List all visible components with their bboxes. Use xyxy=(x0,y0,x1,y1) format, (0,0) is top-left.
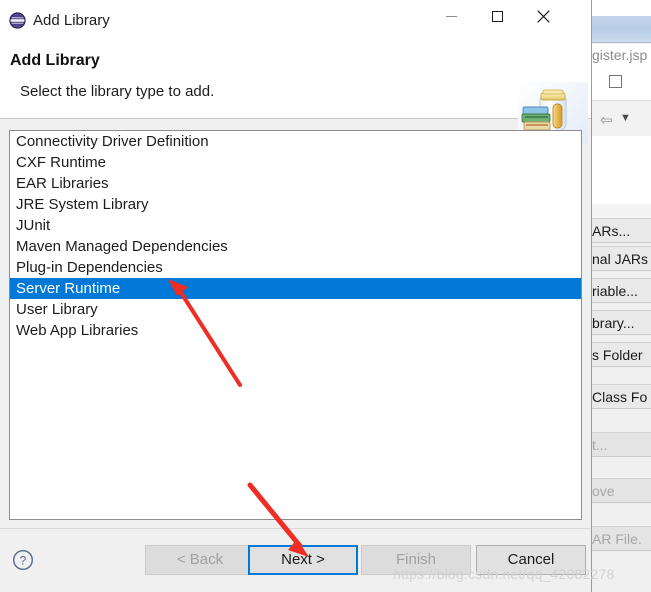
background-editor-tabstrip[interactable] xyxy=(592,16,651,43)
background-checkbox[interactable] xyxy=(609,75,622,88)
background-button-add-external-jars[interactable]: nal JARs xyxy=(592,246,651,271)
background-button-edit[interactable]: t... xyxy=(592,432,651,457)
list-item[interactable]: Maven Managed Dependencies xyxy=(10,236,581,257)
list-item[interactable]: Plug-in Dependencies xyxy=(10,257,581,278)
help-button[interactable]: ? xyxy=(12,549,34,571)
background-button-add-variable[interactable]: riable... xyxy=(592,278,651,303)
close-button[interactable] xyxy=(520,0,566,32)
add-library-dialog: Add Library Add Library Select the libra… xyxy=(0,0,614,592)
chevron-down-icon[interactable]: ▼ xyxy=(620,113,631,124)
finish-button[interactable]: Finish xyxy=(361,545,471,575)
background-eclipse-window: gister.jsp ⇦ ▼ ARs... nal JARs riable...… xyxy=(592,0,651,592)
background-button-add-jars[interactable]: ARs... xyxy=(592,218,651,243)
page-title: Add Library xyxy=(10,52,100,69)
background-button-add-class-folder[interactable]: s Folder xyxy=(592,342,651,367)
list-item[interactable]: Connectivity Driver Definition xyxy=(10,131,581,152)
cancel-button[interactable]: Cancel xyxy=(476,545,586,575)
library-type-list[interactable]: Connectivity Driver Definition CXF Runti… xyxy=(9,130,582,520)
eclipse-sphere-icon xyxy=(9,12,26,29)
background-checkbox-row xyxy=(592,66,651,100)
background-content-pane xyxy=(592,136,651,205)
help-icon: ? xyxy=(12,549,34,575)
back-button[interactable]: < Back xyxy=(145,545,255,575)
list-item[interactable]: JUnit xyxy=(10,215,581,236)
background-button-migrate-jar-file[interactable]: AR File. xyxy=(592,526,651,551)
dialog-title: Add Library xyxy=(33,12,110,29)
next-button[interactable]: Next > xyxy=(248,545,358,575)
list-item[interactable]: Web App Libraries xyxy=(10,320,581,341)
dialog-header: Add Library Select the library type to a… xyxy=(0,40,591,144)
maximize-icon xyxy=(474,0,520,32)
page-subtitle: Select the library type to add. xyxy=(20,83,215,100)
svg-text:?: ? xyxy=(20,553,27,567)
background-toolbar: ⇦ ▼ xyxy=(592,100,651,138)
list-item[interactable]: CXF Runtime xyxy=(10,152,581,173)
background-button-remove[interactable]: ove xyxy=(592,478,651,503)
minimize-icon xyxy=(428,0,474,32)
list-item[interactable]: EAR Libraries xyxy=(10,173,581,194)
list-item[interactable]: JRE System Library xyxy=(10,194,581,215)
screenshot-root: gister.jsp ⇦ ▼ ARs... nal JARs riable...… xyxy=(0,0,651,592)
background-button-add-external-class-folder[interactable]: Class Fo xyxy=(592,384,651,409)
dialog-titlebar[interactable]: Add Library xyxy=(0,0,591,40)
back-arrow-icon[interactable]: ⇦ xyxy=(600,113,613,128)
close-icon xyxy=(520,0,566,32)
background-tab-label[interactable]: gister.jsp xyxy=(592,44,651,66)
background-titlebar xyxy=(592,0,651,16)
minimize-button[interactable] xyxy=(428,0,474,32)
maximize-button[interactable] xyxy=(474,0,520,32)
list-item-selected[interactable]: Server Runtime xyxy=(10,278,581,299)
background-button-add-library[interactable]: brary... xyxy=(592,310,651,335)
list-item[interactable]: User Library xyxy=(10,299,581,320)
background-spacer xyxy=(592,204,651,218)
